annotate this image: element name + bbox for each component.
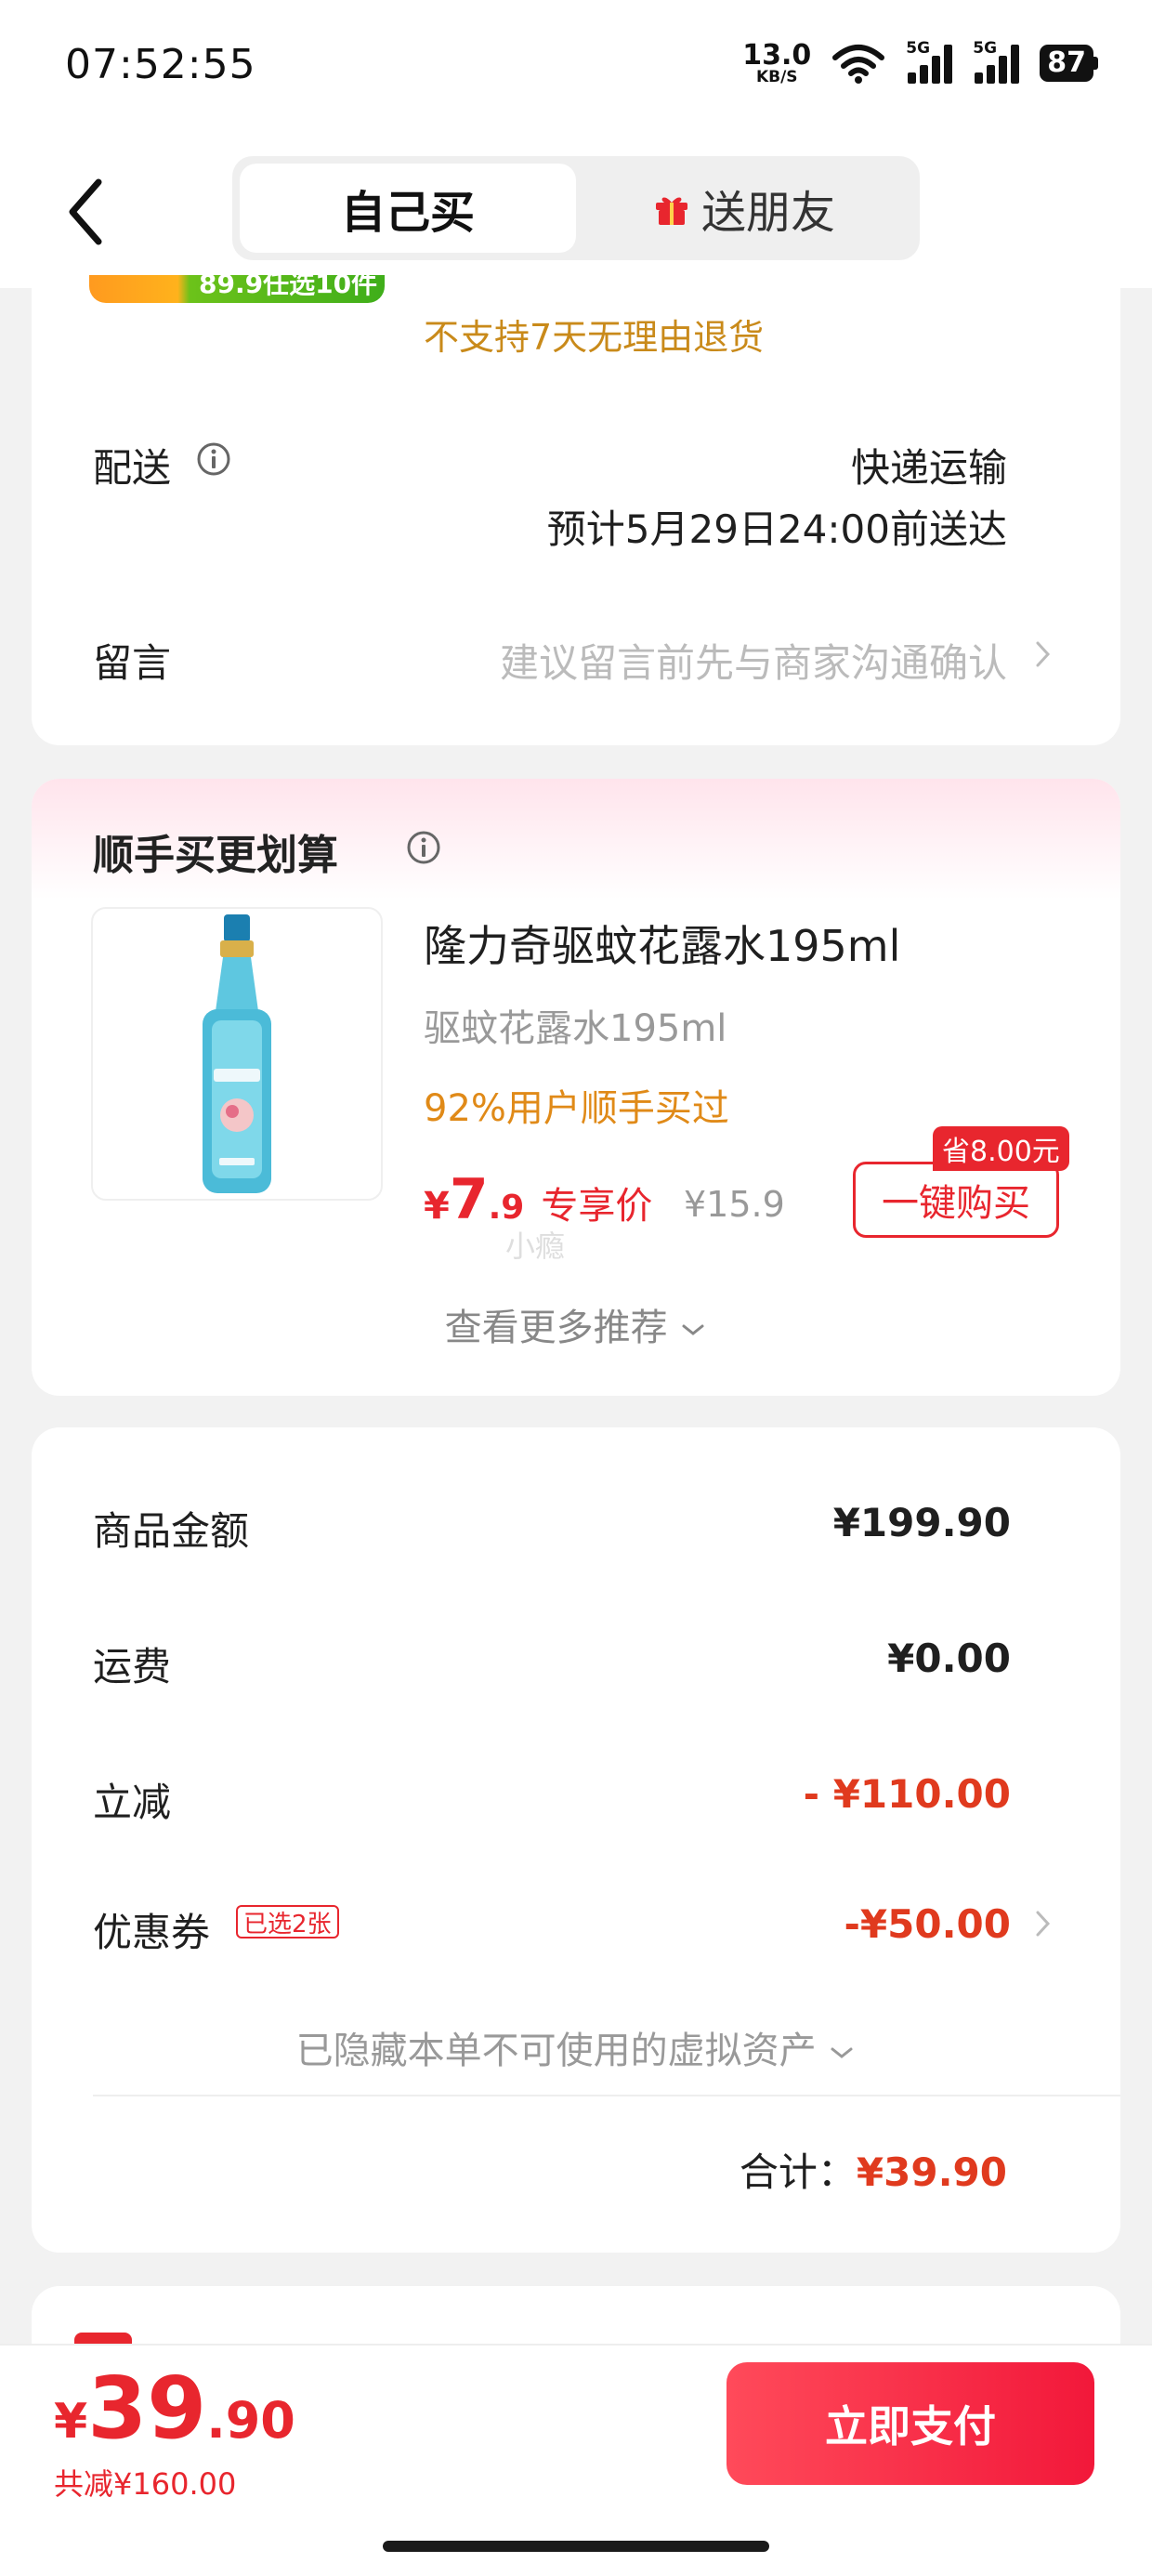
instant-discount-value: - ¥110.00 [803, 1771, 1011, 1817]
original-price: ¥15.9 [684, 1184, 785, 1225]
wifi-icon [832, 45, 885, 84]
addon-info-icon[interactable] [405, 829, 442, 866]
battery-icon: 87 [1040, 45, 1098, 82]
total-label: 合计： [739, 2149, 857, 2195]
delivery-info-icon[interactable] [195, 440, 232, 478]
more-recommend-link[interactable]: 查看更多推荐 [0, 1297, 1152, 1351]
product-buy-stat: 92%用户顺手买过 [424, 1087, 729, 1130]
shipping-fee-value: ¥0.00 [887, 1636, 1011, 1681]
network-speed-value: 13.0 [742, 38, 812, 72]
back-icon[interactable] [61, 175, 117, 249]
tab-buy-for-self[interactable]: 自己买 [240, 164, 576, 253]
promo-badge: 89.9任选10件 [89, 275, 385, 303]
summary-divider [93, 2095, 1120, 2096]
network-speed-unit: KB/S [755, 67, 798, 86]
cell-signal-2-icon: 5G [973, 39, 1020, 84]
signal-1-label: 5G [906, 39, 931, 58]
goods-amount-label: 商品金额 [93, 1508, 250, 1554]
product-spec: 驱蚊花露水195ml [424, 1007, 727, 1050]
coupon-label: 优惠券 [93, 1910, 211, 1955]
message-input[interactable]: 建议留言前先与商家沟通确认 [500, 632, 1007, 689]
coupon-chevron-right-icon[interactable] [1033, 1905, 1054, 1942]
order-total: 合计： ¥39.90 [740, 2141, 1007, 2198]
more-recommend-label: 查看更多推荐 [444, 1307, 668, 1349]
chevron-right-icon [1036, 641, 1051, 667]
no-return-note: 不支持7天无理由退货 [424, 317, 765, 358]
shipping-fee-label: 运费 [93, 1644, 172, 1689]
pay-amount: ¥ 39 .90 [54, 2359, 295, 2458]
pay-amount-int: 39 [87, 2359, 207, 2458]
delivery-label: 配送 [93, 445, 172, 491]
battery-level: 87 [1040, 45, 1093, 82]
addon-price-tag: 专享价 [541, 1185, 653, 1228]
hidden-assets-label: 已隐藏本单不可使用的虚拟资产 [295, 2030, 817, 2072]
signal-2-label: 5G [973, 39, 998, 58]
product-image[interactable] [91, 907, 383, 1201]
delivery-method: 快递运输 [850, 445, 1007, 491]
coupon-selected-tag: 已选2张 [236, 1905, 339, 1939]
chevron-down-icon [682, 1324, 704, 1335]
addon-section-title: 顺手买更划算 [93, 832, 338, 879]
total-value: ¥39.90 [856, 2149, 1007, 2195]
gift-icon [655, 197, 687, 225]
instant-discount-label: 立减 [93, 1780, 172, 1825]
pay-amount-dec: .90 [206, 2391, 295, 2450]
tab-gift-to-friend[interactable]: 送朋友 [576, 164, 912, 253]
save-badge: 省8.00元 [933, 1126, 1069, 1171]
one-click-buy-button[interactable]: 一键购买 [853, 1162, 1059, 1238]
addon-price-dec: .9 [488, 1189, 525, 1227]
tab-gift-label: 送朋友 [700, 187, 835, 239]
status-time: 07:52:55 [65, 41, 256, 88]
home-indicator[interactable] [383, 2541, 769, 2552]
addon-price-yen: ¥ [424, 1185, 450, 1228]
total-saved: 共减¥160.00 [54, 2466, 237, 2502]
status-icons: 13.0 KB/S 5G 5G 87 [742, 37, 1098, 89]
message-label: 留言 [93, 640, 172, 686]
hidden-assets-toggle[interactable]: 已隐藏本单不可使用的虚拟资产 [0, 2020, 1152, 2074]
watermark: 小瘾 [505, 1229, 566, 1264]
network-speed: 13.0 KB/S [742, 38, 812, 86]
chevron-down-icon [831, 2047, 853, 2058]
cell-signal-1-icon: 5G [906, 39, 953, 84]
goods-amount-value: ¥199.90 [832, 1500, 1011, 1545]
toilet-water-bottle-icon [203, 914, 271, 1193]
pay-now-button[interactable]: 立即支付 [727, 2362, 1094, 2485]
product-name[interactable]: 隆力奇驱蚊花露水195ml [424, 913, 900, 974]
promo-badge-text: 89.9任选10件 [199, 275, 378, 299]
delivery-estimate: 预计5月29日24:00前送达 [546, 506, 1007, 552]
coupon-value[interactable]: -¥50.00 [844, 1901, 1011, 1947]
pay-amount-yen: ¥ [54, 2394, 88, 2450]
addon-price-int: 7 [449, 1167, 489, 1232]
